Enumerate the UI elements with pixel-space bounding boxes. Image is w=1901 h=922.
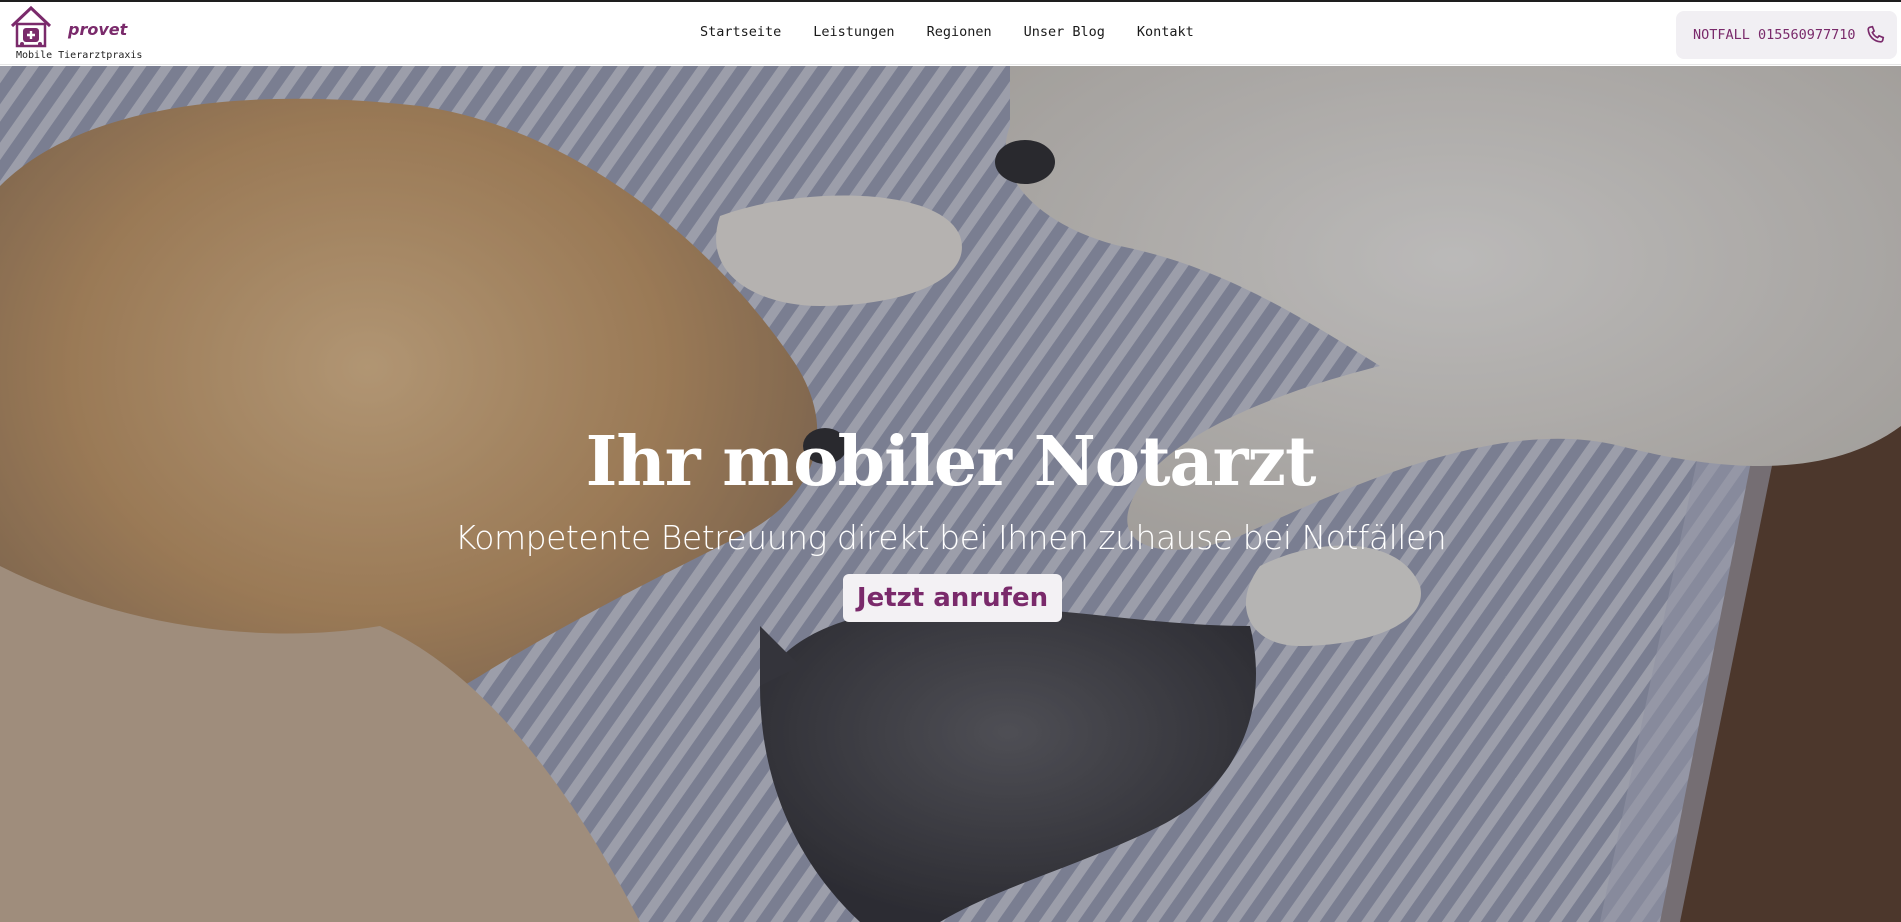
brand-tagline: Mobile Tierarztpraxis [16,50,143,61]
main-nav: Startseite Leistungen Regionen Unser Blo… [700,24,1226,40]
emergency-label: NOTFALL 015560977710 [1693,27,1856,43]
hero-title: Ihr mobiler Notarzt [585,422,1317,502]
nav-item-blog[interactable]: Unser Blog [1024,24,1105,40]
house-logo-icon [10,5,52,48]
nav-item-kontakt[interactable]: Kontakt [1137,24,1194,40]
nav-item-regionen[interactable]: Regionen [927,24,992,40]
emergency-call-button[interactable]: NOTFALL 015560977710 [1676,11,1897,59]
nav-item-leistungen[interactable]: Leistungen [813,24,894,40]
phone-icon [1866,25,1884,43]
site-header: provet Mobile Tierarztpraxis Startseite … [0,2,1901,65]
hero-subtitle: Kompetente Betreuung direkt bei Ihnen zu… [454,518,1447,557]
brand-name: provet [68,20,128,39]
call-now-button[interactable]: Jetzt anrufen [843,574,1062,622]
logo[interactable]: provet Mobile Tierarztpraxis [8,4,148,62]
nav-item-startseite[interactable]: Startseite [700,24,781,40]
hero: Ihr mobiler Notarzt Kompetente Betreuung… [0,66,1901,922]
